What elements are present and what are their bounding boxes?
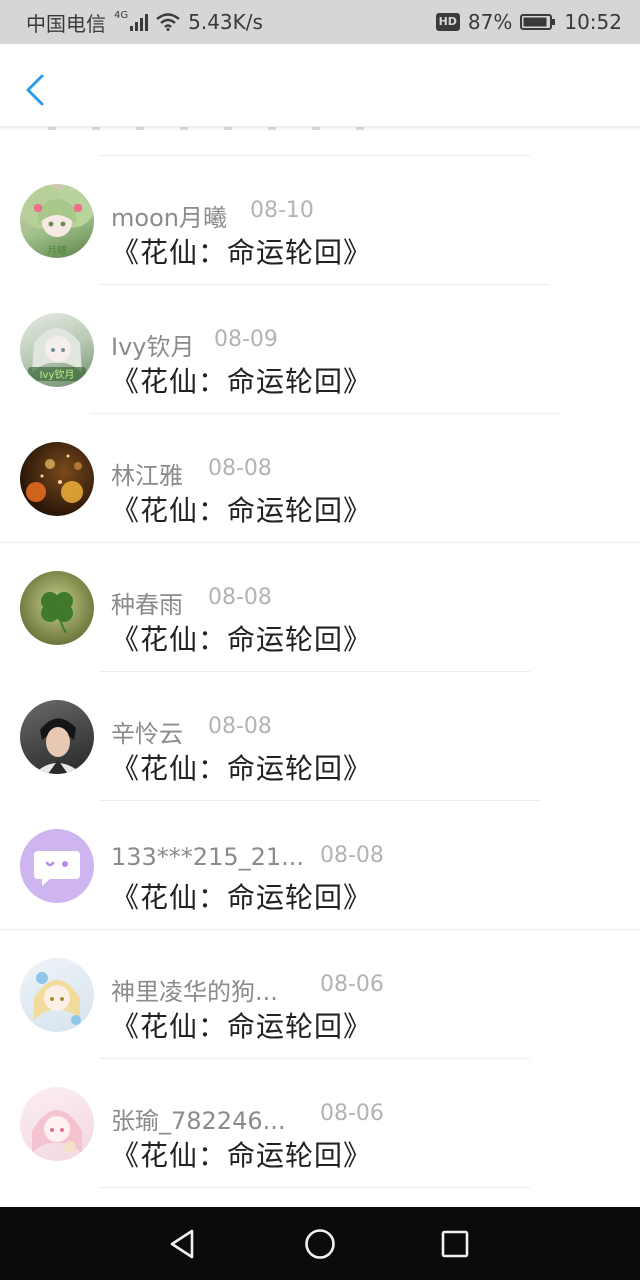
triangle-back-icon (170, 1229, 194, 1259)
battery-percent: 87% (467, 10, 513, 34)
row-divider (100, 1187, 530, 1188)
list-item[interactable]: 神里凌华的狗... 08-06 《花仙：命运轮回》 (0, 930, 640, 1059)
list-item-partial (0, 126, 640, 156)
status-bar: 中国电信 4G 5.43K/s HD 87% 10:52 (0, 0, 640, 44)
nav-recents-button[interactable] (438, 1227, 472, 1261)
carrier-label: 中国电信 (26, 11, 106, 36)
square-recents-icon (441, 1230, 469, 1258)
item-title: 《花仙：命运轮回》 (111, 623, 373, 656)
item-title: 《花仙：命运轮回》 (111, 236, 373, 269)
item-name: 133***215_21... (111, 843, 305, 871)
svg-text:月曦: 月曦 (47, 244, 67, 257)
item-name: 种春雨 (111, 591, 183, 619)
battery-icon (520, 13, 556, 31)
svg-text:Ivy钦月: Ivy钦月 (40, 369, 75, 381)
list-item[interactable]: 林江雅 08-08 《花仙：命运轮回》 (0, 414, 640, 543)
item-title: 《花仙：命运轮回》 (111, 752, 373, 785)
item-date: 08-09 (214, 327, 278, 352)
circle-home-icon (305, 1229, 335, 1259)
anime-girl-green-avatar[interactable]: 月曦 (20, 184, 94, 258)
list-item[interactable]: 种春雨 08-08 《花仙：命运轮回》 (0, 543, 640, 672)
list-item[interactable]: Ivy钦月 Ivy钦月 08-09 《花仙：命运轮回》 (0, 285, 640, 414)
item-name: 神里凌华的狗... (111, 978, 278, 1006)
signal-icon (130, 13, 149, 31)
item-title: 《花仙：命运轮回》 (111, 1139, 373, 1172)
network-speed: 5.43K/s (188, 10, 263, 34)
hd-icon: HD (435, 13, 460, 31)
item-name: 辛怜云 (111, 720, 183, 748)
clover-avatar[interactable] (20, 571, 94, 645)
item-date: 08-06 (320, 972, 384, 997)
status-right: HD 87% 10:52 (435, 9, 622, 35)
chevron-left-icon (26, 74, 44, 106)
list-item[interactable]: 张瑜_782246... 08-06 《花仙：命运轮回》 (0, 1059, 640, 1188)
item-name: 张瑜_782246... (111, 1107, 286, 1135)
item-name: Ivy钦月 (111, 333, 195, 361)
item-date: 08-08 (208, 585, 272, 610)
anime-girl-silver-avatar[interactable]: Ivy钦月 (20, 313, 94, 387)
list-item[interactable]: 月曦 moon月曦 08-10 《花仙：命运轮回》 (0, 156, 640, 285)
default-chat-avatar[interactable] (20, 829, 94, 903)
navigation-bar (0, 1207, 640, 1280)
anime-girl-pink-avatar[interactable] (20, 1087, 94, 1161)
bokeh-lights-avatar[interactable] (20, 442, 94, 516)
item-title: 《花仙：命运轮回》 (111, 1010, 373, 1043)
record-list[interactable]: 月曦 moon月曦 08-10 《花仙：命运轮回》 Ivy钦月 Ivy钦月 08… (0, 126, 640, 1207)
network-type: 4G (114, 9, 129, 21)
item-title: 《花仙：命运轮回》 (111, 365, 373, 398)
item-name: 林江雅 (111, 462, 183, 490)
item-date: 08-08 (208, 456, 272, 481)
item-date: 08-10 (250, 198, 314, 223)
item-title: 《花仙：命运轮回》 (111, 494, 373, 527)
list-item[interactable]: 辛怜云 08-08 《花仙：命运轮回》 (0, 672, 640, 801)
clock: 10:52 (564, 10, 622, 34)
list-item[interactable]: 133***215_21... 08-08 《花仙：命运轮回》 (0, 801, 640, 930)
item-date: 08-08 (208, 714, 272, 739)
item-title: 《花仙：命运轮回》 (111, 881, 373, 914)
back-button[interactable] (20, 70, 50, 110)
nav-home-button[interactable] (303, 1227, 337, 1261)
item-name: moon月曦 (111, 204, 227, 232)
nav-back-button[interactable] (166, 1227, 200, 1261)
screen: 中国电信 4G 5.43K/s HD 87% 10:52 月曦 moon月曦 0… (0, 0, 640, 1280)
item-date: 08-06 (320, 1101, 384, 1126)
item-date: 08-08 (320, 843, 384, 868)
status-left: 中国电信 4G 5.43K/s (26, 9, 263, 36)
title-bar (0, 44, 640, 127)
anime-girl-blonde-avatar[interactable] (20, 958, 94, 1032)
man-portrait-avatar[interactable] (20, 700, 94, 774)
wifi-icon (156, 13, 180, 31)
